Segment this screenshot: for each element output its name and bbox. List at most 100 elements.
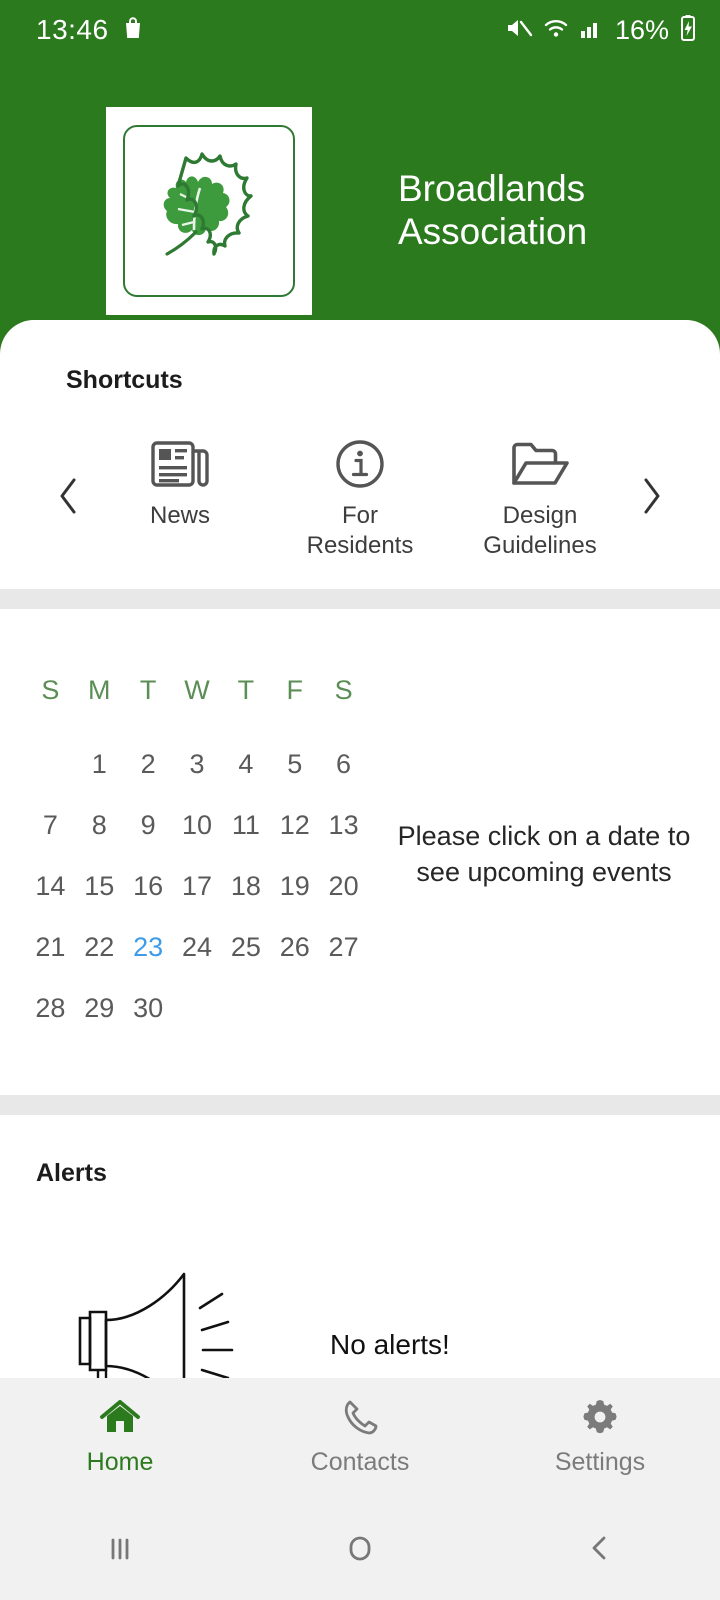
calendar-day-cell[interactable]: 7 (26, 795, 75, 856)
app-header: Broadlands Association (0, 60, 720, 362)
calendar-day-cell[interactable]: 19 (270, 856, 319, 917)
calendar-day-cell[interactable]: 28 (26, 978, 75, 1039)
shortcut-label-line1: For (341, 502, 378, 529)
app-title-line1: Broadlands (398, 168, 586, 210)
calendar-day-selected[interactable]: 23 (124, 917, 173, 978)
logo-frame (123, 125, 295, 297)
newspaper-icon (149, 431, 211, 493)
nav-item-contacts[interactable]: Contacts (240, 1397, 480, 1477)
calendar-section: SMTWTFS.12345678910111213141516171819202… (0, 609, 720, 1095)
calendar-day-cell[interactable]: 11 (221, 795, 270, 856)
section-divider (0, 589, 720, 609)
shortcuts-prev-button[interactable] (46, 476, 90, 516)
back-chevron-icon[interactable] (480, 1528, 720, 1568)
calendar-day-cell[interactable]: 21 (26, 917, 75, 978)
shortcuts-carousel: News For Residents Design Guidelines (0, 431, 720, 561)
calendar-day-cell[interactable]: 24 (173, 917, 222, 978)
calendar-day-cell[interactable]: 14 (26, 856, 75, 917)
shopping-bag-icon (123, 16, 143, 45)
calendar-day-cell[interactable]: 5 (270, 734, 319, 795)
calendar-hint-line1: Please click on a date to (397, 820, 691, 851)
calendar-day-cell[interactable]: 30 (124, 978, 173, 1039)
recents-icon[interactable] (0, 1528, 240, 1568)
alerts-empty-message: No alerts! (330, 1329, 450, 1360)
shortcuts-title: Shortcuts (66, 366, 183, 394)
shortcut-for-residents[interactable]: For Residents (270, 431, 450, 561)
calendar-day-cell[interactable]: 1 (75, 734, 124, 795)
calendar-day-cell[interactable]: 12 (270, 795, 319, 856)
calendar-hint-message: Please click on a date to see upcoming e… (394, 818, 694, 891)
status-bar: 13:46 16% (0, 0, 720, 60)
section-divider (0, 1095, 720, 1115)
info-circle-icon (331, 431, 389, 493)
calendar-day-header: S (334, 675, 353, 705)
calendar-blank-cell: . (26, 734, 75, 795)
calendar-day-cell[interactable]: 25 (221, 917, 270, 978)
calendar-day-cell[interactable]: 29 (75, 978, 124, 1039)
nav-label-home: Home (86, 1448, 154, 1476)
nav-label-settings: Settings (554, 1448, 646, 1476)
nav-item-home[interactable]: Home (0, 1397, 240, 1477)
phone-icon (339, 1397, 381, 1442)
calendar-hint-line2: see upcoming events (416, 857, 672, 887)
shortcut-label: Design Guidelines (483, 501, 596, 561)
leaf-graphic (163, 152, 253, 256)
status-time: 13:46 (36, 14, 109, 45)
bottom-navigation: Home Contacts Settings (0, 1378, 720, 1496)
shortcut-label-line2: Guidelines (483, 532, 597, 559)
open-folder-icon (507, 431, 573, 493)
shortcut-label: News (149, 502, 210, 529)
shortcut-design-guidelines[interactable]: Design Guidelines (450, 431, 630, 561)
app-title-line2: Association (398, 211, 588, 252)
shortcuts-next-button[interactable] (630, 476, 674, 516)
calendar-day-cell[interactable]: 2 (124, 734, 173, 795)
nav-item-settings[interactable]: Settings (480, 1397, 720, 1477)
calendar-day-header: S (41, 675, 60, 705)
nav-label-contacts: Contacts (310, 1448, 410, 1476)
battery-percent-label: 16% (614, 14, 669, 45)
calendar-day-header: M (88, 675, 111, 705)
calendar-day-cell[interactable]: 6 (319, 734, 368, 795)
calendar-widget[interactable]: SMTWTFS.12345678910111213141516171819202… (0, 669, 368, 1039)
calendar-day-header: F (286, 675, 303, 705)
status-bar-right: 16% (505, 14, 698, 47)
chevron-right-icon (644, 478, 660, 514)
app-root: 13:46 16% Broadlands Association Shortcu… (0, 0, 720, 1600)
battery-charging-icon (678, 14, 698, 47)
calendar-day-header: T (237, 675, 255, 705)
shortcuts-section: Shortcuts News For Residents Design Guid… (0, 320, 720, 589)
wifi-icon (542, 16, 570, 45)
calendar-day-cell[interactable]: 20 (319, 856, 368, 917)
calendar-day-cell[interactable]: 22 (75, 917, 124, 978)
shortcut-label-line1: Design (502, 502, 578, 529)
calendar-events-panel: Please click on a date to see upcoming e… (368, 669, 720, 1039)
calendar-day-cell[interactable]: 3 (173, 734, 222, 795)
shortcut-news[interactable]: News (90, 431, 270, 561)
calendar-day-cell[interactable]: 13 (319, 795, 368, 856)
alerts-title: Alerts (36, 1159, 107, 1187)
status-bar-left: 13:46 (36, 14, 143, 46)
shortcut-items: News For Residents Design Guidelines (90, 431, 630, 561)
chevron-left-icon (60, 478, 76, 514)
page-title: Broadlands Association (398, 168, 587, 254)
calendar-day-cell[interactable]: 9 (124, 795, 173, 856)
calendar-day-cell[interactable]: 16 (124, 856, 173, 917)
calendar-day-header: T (139, 675, 157, 705)
calendar-day-cell[interactable]: 8 (75, 795, 124, 856)
calendar-day-cell[interactable]: 27 (319, 917, 368, 978)
calendar-day-cell[interactable]: 10 (173, 795, 222, 856)
calendar-day-cell[interactable]: 17 (173, 856, 222, 917)
home-icon (98, 1397, 142, 1442)
cellular-signal-icon (579, 16, 603, 45)
gear-icon (580, 1397, 620, 1442)
calendar-day-cell[interactable]: 4 (221, 734, 270, 795)
calendar-day-cell[interactable]: 26 (270, 917, 319, 978)
calendar-day-cell[interactable]: 18 (221, 856, 270, 917)
content-sheet: Shortcuts News For Residents Design Guid… (0, 320, 720, 1440)
home-circle-icon[interactable] (240, 1528, 480, 1568)
shortcut-label-line2: Residents (306, 532, 414, 559)
broadlands-leaf-logo (106, 107, 312, 315)
mute-icon (505, 16, 533, 45)
android-system-navigation (0, 1496, 720, 1600)
calendar-day-cell[interactable]: 15 (75, 856, 124, 917)
